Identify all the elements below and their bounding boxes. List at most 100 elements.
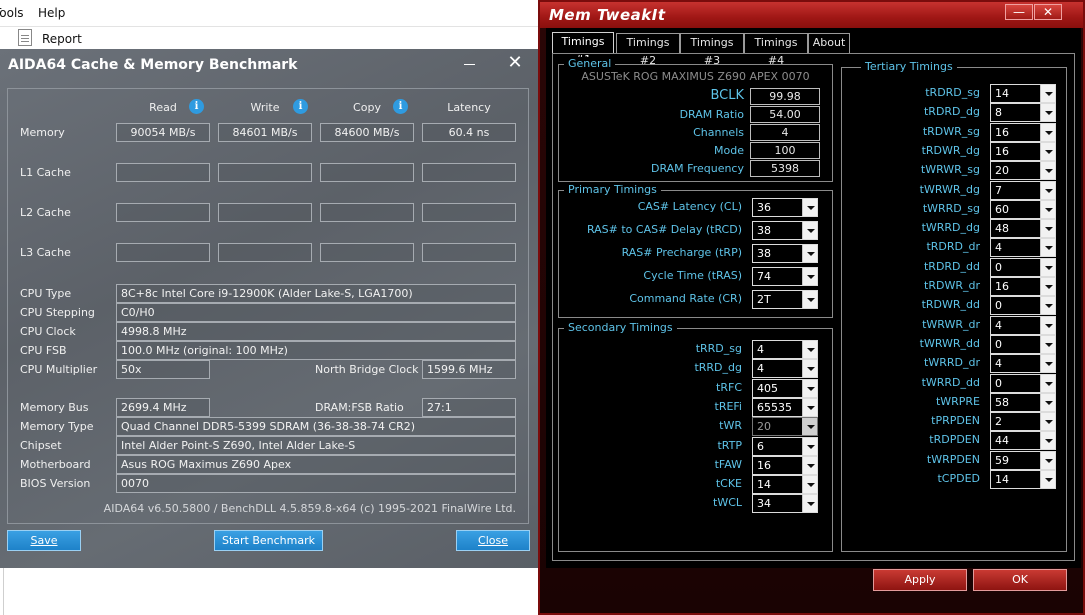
chevron-down-icon[interactable] (802, 245, 817, 262)
tertiary-select[interactable]: 48 (990, 219, 1056, 239)
tab-about[interactable]: About (808, 33, 850, 53)
chevron-down-icon[interactable] (802, 222, 817, 239)
start-benchmark-button[interactable]: Start Benchmark (214, 530, 323, 551)
minimize-button[interactable] (460, 53, 480, 75)
chevron-down-icon[interactable] (1040, 85, 1055, 102)
chevron-down-icon[interactable] (802, 360, 817, 378)
chevron-down-icon[interactable] (1040, 123, 1055, 141)
secondary-select[interactable]: 4 (752, 340, 818, 359)
tertiary-select[interactable]: 0 (990, 373, 1056, 393)
chevron-down-icon[interactable] (1040, 316, 1055, 334)
chevron-down-icon[interactable] (802, 437, 817, 455)
tertiary-label: tRDWR_dg (921, 143, 980, 157)
close-window-button[interactable]: ✕ (1034, 4, 1062, 20)
ok-button[interactable]: OK (973, 569, 1067, 591)
menu-tools[interactable]: Tools (0, 6, 24, 20)
tertiary-select[interactable]: 16 (990, 122, 1056, 142)
close-window-button[interactable]: ✕ (504, 53, 526, 75)
apply-button[interactable]: Apply (873, 569, 967, 591)
tertiary-select[interactable]: 14 (990, 84, 1056, 103)
tertiary-select[interactable]: 7 (990, 180, 1056, 200)
tab-timings-4[interactable]: Timings #4 (744, 33, 808, 67)
chevron-down-icon[interactable] (802, 418, 817, 436)
aida64-title-bar[interactable]: AIDA64 Cache & Memory Benchmark ✕ (0, 49, 538, 81)
memtweakit-title-bar[interactable]: Mem TweakIt — ✕ (540, 2, 1083, 28)
secondary-select[interactable]: 65535 (752, 397, 818, 417)
trcd-select[interactable]: 38 (752, 221, 818, 240)
tertiary-select[interactable]: 0 (990, 296, 1056, 316)
chevron-down-icon[interactable] (802, 268, 817, 285)
tab-timings-2[interactable]: Timings #2 (616, 33, 680, 67)
secondary-label: tRTP (717, 438, 742, 452)
chevron-down-icon[interactable] (802, 291, 817, 308)
tertiary-select[interactable]: 0 (990, 257, 1056, 277)
secondary-select[interactable]: 16 (752, 455, 818, 475)
chevron-down-icon[interactable] (1040, 335, 1055, 353)
chevron-down-icon[interactable] (802, 495, 817, 513)
chevron-down-icon[interactable] (1040, 413, 1055, 431)
chevron-down-icon[interactable] (1040, 471, 1055, 488)
trp-select[interactable]: 38 (752, 244, 818, 263)
secondary-value: 4 (757, 343, 764, 356)
tertiary-select[interactable]: 59 (990, 450, 1056, 470)
secondary-select[interactable]: 6 (752, 436, 818, 456)
tertiary-select[interactable]: 16 (990, 277, 1056, 296)
cr-select[interactable]: 2T (752, 290, 818, 309)
chevron-down-icon[interactable] (802, 379, 817, 397)
tertiary-select[interactable]: 14 (990, 470, 1056, 489)
secondary-select[interactable]: 4 (752, 359, 818, 379)
tertiary-select[interactable]: 58 (990, 392, 1056, 412)
secondary-label: tWCL (713, 496, 742, 510)
read-info-icon[interactable]: i (189, 99, 204, 114)
chevron-down-icon[interactable] (802, 476, 817, 494)
chevron-down-icon[interactable] (1040, 220, 1055, 238)
tertiary-value: 16 (995, 125, 1009, 139)
motherboard-value: Asus ROG Maximus Z690 Apex (116, 455, 516, 474)
chevron-down-icon[interactable] (802, 341, 817, 358)
chevron-down-icon[interactable] (1040, 451, 1055, 469)
tertiary-select[interactable]: 4 (990, 315, 1056, 335)
menu-help[interactable]: Help (38, 6, 65, 20)
tertiary-select[interactable]: 20 (990, 161, 1056, 181)
tertiary-select[interactable]: 4 (990, 354, 1056, 374)
tertiary-select[interactable]: 44 (990, 431, 1056, 451)
chevron-down-icon[interactable] (1040, 393, 1055, 411)
secondary-select[interactable]: 34 (752, 494, 818, 514)
chevron-down-icon[interactable] (802, 199, 817, 216)
tertiary-value: 58 (995, 395, 1009, 409)
chevron-down-icon[interactable] (802, 398, 817, 416)
tertiary-select[interactable]: 60 (990, 199, 1056, 219)
tras-select[interactable]: 74 (752, 267, 818, 286)
secondary-select[interactable]: 20 (752, 417, 818, 437)
cl-select[interactable]: 36 (752, 198, 818, 217)
write-info-icon[interactable]: i (293, 99, 308, 114)
chevron-down-icon[interactable] (1040, 142, 1055, 160)
chevron-down-icon[interactable] (1040, 104, 1055, 122)
tertiary-select[interactable]: 0 (990, 334, 1056, 354)
chevron-down-icon[interactable] (1040, 297, 1055, 315)
minimize-button[interactable]: — (1005, 4, 1033, 20)
tertiary-label: tWRRD_dd (921, 375, 980, 389)
chevron-down-icon[interactable] (1040, 355, 1055, 373)
tertiary-select[interactable]: 16 (990, 141, 1056, 161)
chevron-down-icon[interactable] (1040, 239, 1055, 257)
tab-timings-3[interactable]: Timings #3 (680, 33, 744, 67)
close-button[interactable]: Close (456, 530, 530, 551)
save-button[interactable]: Save (7, 530, 81, 551)
report-button[interactable]: Report (42, 32, 82, 46)
chevron-down-icon[interactable] (1040, 374, 1055, 392)
secondary-select[interactable]: 405 (752, 378, 818, 398)
tertiary-select[interactable]: 4 (990, 238, 1056, 258)
chevron-down-icon[interactable] (1040, 181, 1055, 199)
chevron-down-icon[interactable] (1040, 162, 1055, 180)
copy-info-icon[interactable]: i (393, 99, 408, 114)
chevron-down-icon[interactable] (802, 456, 817, 474)
tab-timings-1[interactable]: Timings #1 (552, 32, 614, 66)
chevron-down-icon[interactable] (1040, 432, 1055, 450)
tertiary-select[interactable]: 2 (990, 412, 1056, 432)
chevron-down-icon[interactable] (1040, 258, 1055, 276)
chevron-down-icon[interactable] (1040, 278, 1055, 295)
secondary-select[interactable]: 14 (752, 475, 818, 495)
chevron-down-icon[interactable] (1040, 200, 1055, 218)
tertiary-select[interactable]: 8 (990, 103, 1056, 123)
